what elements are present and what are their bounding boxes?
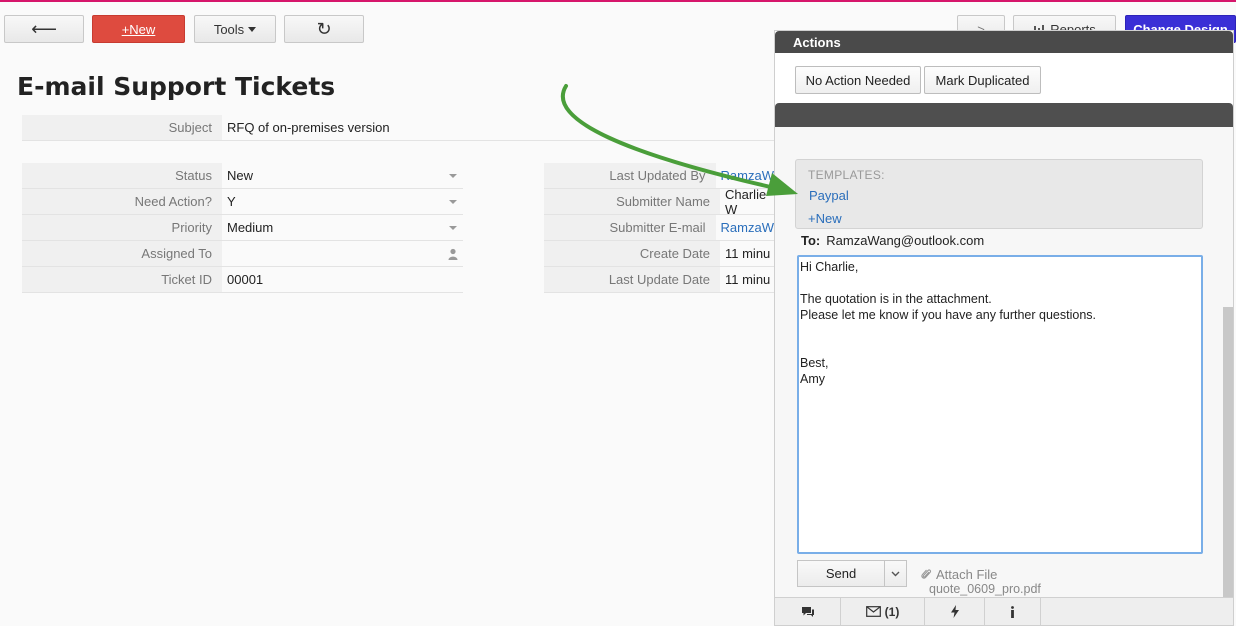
field-label: Need Action? [22,189,222,214]
field-row-ticket-id: Ticket ID 00001 [22,267,463,293]
attached-file-name[interactable]: quote_0609_pro.pdf [929,582,1041,596]
tab-actions[interactable] [925,598,985,625]
caret-down-icon [449,174,457,178]
mail-count: (1) [884,604,900,619]
attach-file-button[interactable]: Attach File [921,567,997,582]
actions-panel: Actions No Action Needed Mark Duplicated… [774,30,1234,626]
send-options-dropdown[interactable] [885,560,907,587]
chevron-down-icon [891,571,900,576]
field-row-create-date: Create Date 11 minu [544,241,774,267]
top-accent-line [0,0,1236,2]
last-update-date-value: 11 minu [725,272,771,287]
reply-panel-body: TEMPLATES: Paypal +New To: RamzaWang@outl… [775,127,1233,597]
refresh-icon: ↻ [316,18,332,39]
field-row-priority: Priority Medium [22,215,463,241]
field-row-last-update-date: Last Update Date 11 minu [544,267,774,293]
field-row-status: Status New [22,163,463,189]
template-link-paypal[interactable]: Paypal [809,188,849,203]
field-label: Create Date [544,241,720,266]
field-row-submitter-email: Submitter E-mail RamzaW [544,215,774,241]
priority-select[interactable]: Medium [222,215,463,240]
page-title: E-mail Support Tickets [17,72,336,101]
status-value: New [227,168,254,183]
create-date-value: 11 minu [725,246,771,261]
caret-down-icon [449,200,457,204]
no-action-needed-button[interactable]: No Action Needed [795,66,921,94]
comments-icon [801,606,814,617]
submitter-email-link[interactable]: RamzaW [716,215,774,240]
assigned-to-field[interactable] [222,241,463,266]
to-line: To: RamzaWang@outlook.com [801,233,984,248]
mark-duplicated-button[interactable]: Mark Duplicated [924,66,1041,94]
tab-comments[interactable] [775,598,841,625]
attach-file-label: Attach File [936,567,998,582]
ticket-id-value: 00001 [227,272,264,287]
field-label: Status [22,163,222,188]
field-label: Assigned To [22,241,222,266]
field-row-assigned-to: Assigned To [22,241,463,267]
to-address[interactable]: RamzaWang@outlook.com [826,233,984,248]
tab-mail[interactable]: (1) [841,598,925,625]
priority-value: Medium [227,220,274,235]
paperclip-icon [921,569,932,579]
tools-button-label: Tools [213,21,245,37]
field-label: Last Update Date [544,267,720,292]
need-action-value: Y [227,194,236,209]
info-icon [1011,605,1014,618]
scrollbar[interactable] [1223,307,1233,597]
templates-box: TEMPLATES: Paypal +New [795,159,1203,229]
email-body-textarea[interactable]: Hi Charlie, The quotation is in the atta… [797,255,1203,554]
send-button-label: Send [825,566,857,581]
new-button[interactable]: +New [92,15,185,43]
panel-footer-tabs: (1) [775,597,1233,625]
caret-down-icon [449,226,457,230]
envelope-icon [865,606,881,617]
field-label: Ticket ID [22,267,222,292]
person-icon [448,248,458,260]
field-row-need-action: Need Action? Y [22,189,463,215]
back-button[interactable]: ⟵ [4,15,84,43]
tab-info[interactable] [985,598,1041,625]
green-annotation-arrow [560,84,798,196]
field-label: Priority [22,215,222,240]
refresh-button[interactable]: ↻ [284,15,364,43]
to-label: To: [801,233,821,248]
send-button[interactable]: Send [797,560,885,587]
back-arrow-icon: ⟵ [31,18,57,39]
new-template-link[interactable]: +New [808,211,842,226]
field-label: Submitter E-mail [544,215,716,240]
templates-title: TEMPLATES: [808,168,885,182]
subject-label: Subject [22,115,222,140]
reply-panel-header [775,103,1233,127]
status-select[interactable]: New [222,163,463,188]
need-action-select[interactable]: Y [222,189,463,214]
actions-panel-title: Actions [775,31,1233,53]
lightning-icon [950,605,959,618]
new-button-label: +New [121,21,156,37]
caret-down-icon [248,26,257,32]
tools-button[interactable]: Tools [194,15,276,43]
